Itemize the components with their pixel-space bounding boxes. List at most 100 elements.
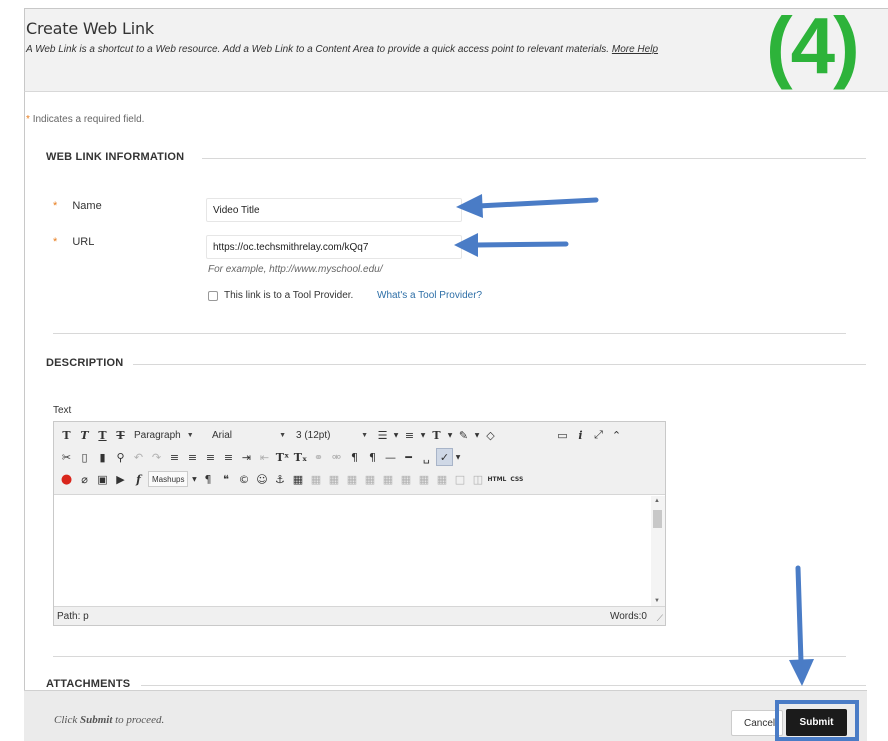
- highlight-icon[interactable]: ✎: [455, 426, 472, 444]
- attach-icon[interactable]: ⌀: [76, 470, 93, 488]
- redo-icon[interactable]: ↷: [148, 448, 165, 466]
- page-title: Create Web Link: [26, 19, 154, 38]
- clear-format-icon[interactable]: ◇: [482, 426, 499, 444]
- proceed-prefix: Click: [54, 714, 80, 726]
- rich-text-editor: T T T T Paragraph ▼ Arial ▼ 3 (12pt) ▼ ☰…: [53, 421, 666, 626]
- thick-rule-icon[interactable]: ━: [400, 448, 417, 466]
- proceed-bold: Submit: [79, 714, 113, 726]
- find-icon[interactable]: ⚲: [112, 448, 129, 466]
- undo-icon[interactable]: ↶: [130, 448, 147, 466]
- chevron-down-icon[interactable]: ▼: [454, 448, 462, 466]
- quote-icon[interactable]: ❝: [217, 470, 234, 488]
- copy-icon[interactable]: ▯: [76, 448, 93, 466]
- paste-icon[interactable]: ▮: [94, 448, 111, 466]
- align-center-icon[interactable]: ≡: [184, 448, 201, 466]
- split-cell-icon[interactable]: □: [451, 470, 468, 488]
- toolbar-row-3: ● ⌀ ▣ ▶ f Mashups ▼ ¶ ❝ © ☺ ⚓ ▦ ▦ ▦ ▦ ▦ …: [58, 469, 527, 489]
- delete-col-icon[interactable]: ▦: [433, 470, 450, 488]
- name-field-label: * Name: [53, 200, 102, 212]
- superscript-icon[interactable]: Tˣ: [274, 448, 291, 466]
- chevron-down-icon[interactable]: ▼: [190, 470, 198, 488]
- subscript-icon[interactable]: Tₓ: [292, 448, 309, 466]
- record-icon[interactable]: ●: [58, 470, 75, 488]
- table-icon[interactable]: ▦: [289, 470, 306, 488]
- insert-row-before-icon[interactable]: ▦: [343, 470, 360, 488]
- table-cell-icon[interactable]: ▦: [325, 470, 342, 488]
- preview-icon[interactable]: ▭: [554, 426, 571, 444]
- justify-icon[interactable]: ≡: [220, 448, 237, 466]
- chevron-down-icon[interactable]: ▼: [392, 426, 400, 444]
- horizontal-rule-icon[interactable]: —: [382, 448, 399, 466]
- chevron-down-icon[interactable]: ▼: [419, 426, 427, 444]
- link-icon[interactable]: ⚭: [310, 448, 327, 466]
- insert-col-after-icon[interactable]: ▦: [415, 470, 432, 488]
- insert-row-after-icon[interactable]: ▦: [361, 470, 378, 488]
- name-input[interactable]: [206, 198, 462, 222]
- font-family-value: Arial: [212, 429, 233, 441]
- url-field-label: * URL: [53, 236, 94, 248]
- step-annotation-label: (4): [766, 1, 860, 90]
- math-icon[interactable]: f: [130, 470, 147, 488]
- mashups-select[interactable]: Mashups: [148, 471, 189, 487]
- tool-provider-checkbox[interactable]: [208, 291, 218, 301]
- scroll-up-icon[interactable]: ▲: [654, 498, 660, 504]
- paragraph-format-select[interactable]: Paragraph ▼: [130, 427, 206, 443]
- resize-grip-icon[interactable]: ⟋: [657, 613, 663, 624]
- more-help-link[interactable]: More Help: [612, 44, 658, 55]
- image-icon[interactable]: ▣: [94, 470, 111, 488]
- table-row-icon[interactable]: ▦: [307, 470, 324, 488]
- url-input[interactable]: [206, 235, 462, 259]
- description-section-heading: DESCRIPTION: [46, 357, 124, 369]
- media-icon[interactable]: ▶: [112, 470, 129, 488]
- indent-icon[interactable]: ⇥: [238, 448, 255, 466]
- font-size-select[interactable]: 3 (12pt) ▼: [292, 427, 372, 443]
- page-description: A Web Link is a shortcut to a Web resour…: [26, 44, 658, 55]
- ltr-icon[interactable]: ¶: [346, 448, 363, 466]
- css-button[interactable]: CSS: [510, 476, 523, 483]
- toolbar-row-1: T T T T Paragraph ▼ Arial ▼ 3 (12pt) ▼ ☰…: [58, 425, 626, 445]
- cut-icon[interactable]: ✂: [58, 448, 75, 466]
- proceed-suffix: to proceed.: [112, 714, 165, 726]
- attachments-section-heading: ATTACHMENTS: [46, 678, 131, 690]
- required-note-text: Indicates a required field.: [32, 114, 145, 125]
- url-hint: For example, http://www.myschool.edu/: [208, 264, 383, 275]
- merge-cell-icon[interactable]: ◫: [469, 470, 486, 488]
- description-text: A Web Link is a shortcut to a Web resour…: [26, 44, 610, 55]
- outdent-icon[interactable]: ⇤: [256, 448, 273, 466]
- scroll-down-icon[interactable]: ▼: [654, 598, 660, 604]
- bullet-list-icon[interactable]: ☰: [374, 426, 391, 444]
- insert-col-before-icon[interactable]: ▦: [397, 470, 414, 488]
- chevron-down-icon[interactable]: ▼: [473, 426, 481, 444]
- html-source-button[interactable]: HTML: [487, 476, 506, 483]
- copyright-icon[interactable]: ©: [235, 470, 252, 488]
- unlink-icon[interactable]: ⚮: [328, 448, 345, 466]
- paragraph-icon[interactable]: ¶: [199, 470, 216, 488]
- scroll-thumb[interactable]: [653, 510, 662, 528]
- section-divider: [133, 364, 866, 365]
- delete-row-icon[interactable]: ▦: [379, 470, 396, 488]
- info-icon[interactable]: i: [572, 426, 589, 444]
- editor-statusbar: Path: p Words:0 ⟋: [54, 606, 665, 625]
- paragraph-format-value: Paragraph: [134, 429, 181, 441]
- fullscreen-icon[interactable]: ⤢: [590, 426, 607, 444]
- align-right-icon[interactable]: ≡: [202, 448, 219, 466]
- rtl-icon[interactable]: ¶: [364, 448, 381, 466]
- bold-icon[interactable]: T: [58, 426, 75, 444]
- text-color-icon[interactable]: T: [428, 426, 445, 444]
- collapse-icon[interactable]: ⌃: [608, 426, 625, 444]
- nonbreaking-space-icon[interactable]: ␣: [418, 448, 435, 466]
- chevron-down-icon[interactable]: ▼: [446, 426, 454, 444]
- editor-content-area[interactable]: [54, 496, 665, 606]
- spellcheck-icon[interactable]: ✓: [436, 448, 453, 466]
- italic-icon[interactable]: T: [76, 426, 93, 444]
- proceed-instruction: Click Submit to proceed.: [54, 714, 164, 726]
- emoji-icon[interactable]: ☺: [253, 470, 270, 488]
- font-family-select[interactable]: Arial ▼: [208, 427, 290, 443]
- underline-icon[interactable]: T: [94, 426, 111, 444]
- align-left-icon[interactable]: ≡: [166, 448, 183, 466]
- strikethrough-icon[interactable]: T: [112, 426, 129, 444]
- numbered-list-icon[interactable]: ≡: [401, 426, 418, 444]
- tool-provider-help-link[interactable]: What's a Tool Provider?: [377, 290, 482, 301]
- editor-scrollbar[interactable]: ▲ ▼: [651, 496, 665, 606]
- anchor-icon[interactable]: ⚓: [271, 470, 288, 488]
